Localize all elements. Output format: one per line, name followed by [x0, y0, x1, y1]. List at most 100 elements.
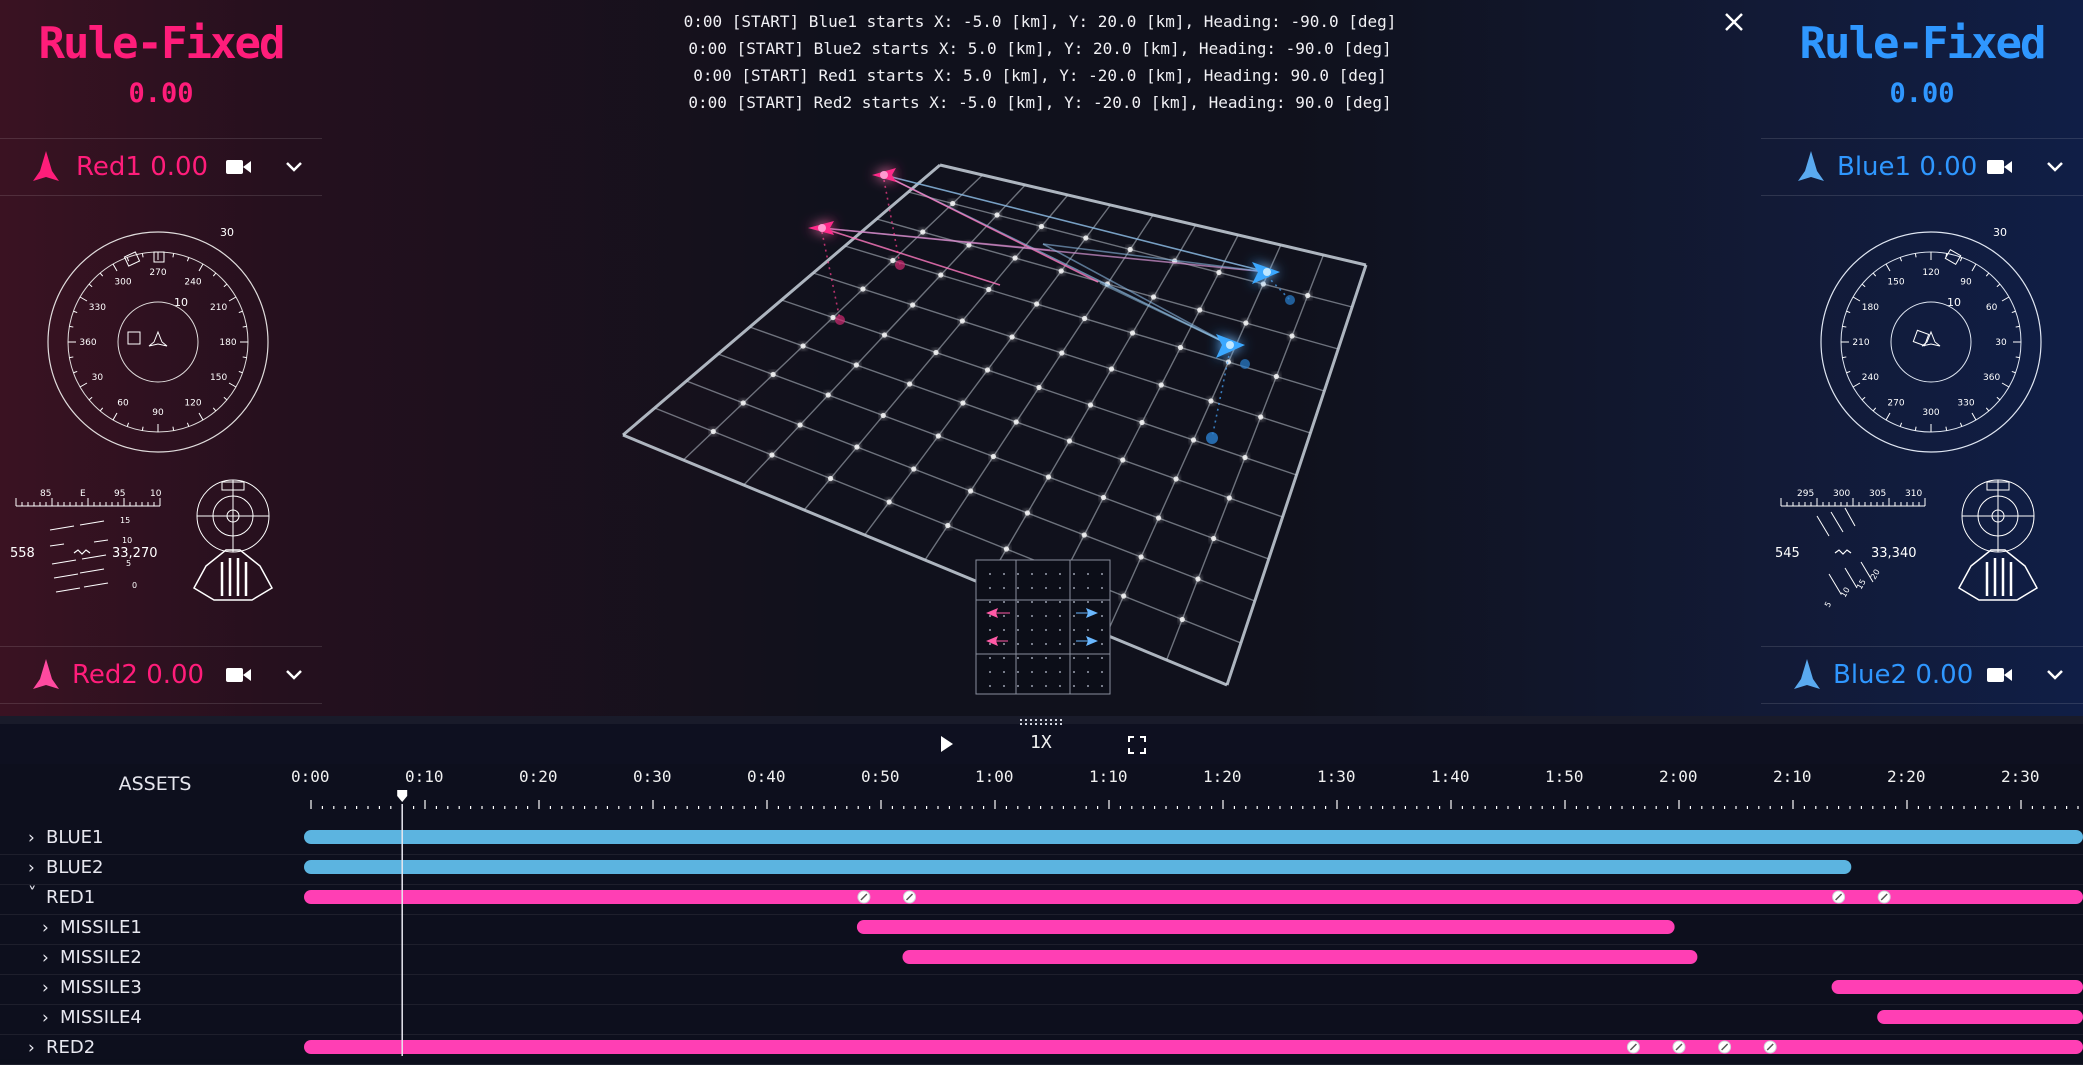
radar-bearing-label: 240 [1862, 373, 1879, 383]
pitch-label: 15 [1855, 578, 1868, 591]
event-marker-icon[interactable] [1763, 1040, 1777, 1054]
team-name: Rule-Fixed [1799, 18, 2047, 69]
camera-icon[interactable] [1987, 665, 2013, 685]
radar-bearing-label: 150 [1887, 277, 1904, 287]
radar-bearing-label: 360 [79, 338, 96, 348]
radar-bearing-label: 120 [184, 399, 201, 409]
aircraft-blue2-icon[interactable] [1216, 334, 1245, 358]
unit-row-red2[interactable]: Red2 0.00 [0, 646, 322, 704]
hud-readout: 295 300 305 310 545 33,340 20 15 10 5 [1775, 489, 1926, 609]
unit-row-blue2[interactable]: Blue2 0.00 [1761, 646, 2083, 704]
radar-bearing-label: 210 [210, 303, 227, 313]
play-icon[interactable] [938, 734, 956, 754]
radar-bearing-label: 30 [1995, 338, 2007, 348]
speed-readout: 545 [1775, 546, 1800, 561]
pitch-label: 5 [126, 559, 131, 568]
event-marker-icon[interactable] [1832, 890, 1846, 904]
team-name: Rule-Fixed [38, 18, 286, 69]
pitch-label: 5 [1823, 600, 1833, 609]
log-line: 0:00 [START] Blue1 starts X: -5.0 [km], … [683, 12, 1397, 31]
event-marker-icon[interactable] [857, 890, 871, 904]
radar-bearing-label: 300 [1922, 408, 1939, 418]
close-icon[interactable] [1722, 10, 1746, 34]
radar-bearing-label: 60 [1986, 303, 1998, 313]
radar-bearing-label: 90 [152, 408, 164, 418]
radar-bearing-label: 330 [89, 303, 106, 313]
simulation-viewport[interactable]: 0:00 [START] Blue1 starts X: -5.0 [km], … [0, 0, 2083, 716]
radar-bearing-label: 150 [210, 373, 227, 383]
minimap[interactable] [975, 559, 1111, 695]
radar-bearing-label: 270 [1887, 399, 1904, 409]
team-score: 0.00 [128, 78, 194, 109]
unit-row-blue1[interactable]: Blue1 0.00 [1761, 138, 2083, 196]
aircraft-blue1-icon[interactable] [1252, 262, 1280, 284]
aircraft-icon [1798, 151, 1824, 181]
radar-bearing-label: 210 [1852, 338, 1869, 348]
aircraft-icon [1794, 659, 1820, 689]
hud-readout: 85 E 95 10 558 33,270 15 10 5 0 [10, 489, 162, 593]
radar-bearing-label: 240 [184, 277, 201, 287]
heading-tape-label: 295 [1797, 489, 1814, 499]
unit-label: Blue2 0.00 [1833, 660, 1974, 690]
blue-team-panel: Rule-Fixed 0.00 Blue1 0.00 30 10 120 90 60… [1761, 0, 2083, 712]
playback-controls: 1X [0, 719, 2083, 764]
event-marker-icon[interactable] [1672, 1040, 1686, 1054]
chevron-down-icon[interactable] [284, 157, 304, 177]
resize-handle-icon[interactable] [1020, 719, 1066, 727]
camera-icon[interactable] [226, 157, 252, 177]
radar-inner-range: 10 [1947, 296, 1961, 309]
chevron-down-icon[interactable] [2045, 665, 2065, 685]
red-team-panel: Rule-Fixed 0.00 Red1 0.00 30 10 270 240 21… [0, 0, 322, 712]
aircraft-icon [33, 151, 59, 181]
pitch-label: 10 [122, 536, 132, 545]
log-line: 0:00 [START] Blue2 starts X: 5.0 [km], Y… [688, 39, 1392, 58]
radar-outer-range: 30 [1993, 226, 2007, 239]
aircraft-red1-icon[interactable] [872, 168, 896, 182]
heading-tape-label: 300 [1833, 489, 1850, 499]
radar-bearing-label: 330 [1957, 399, 1974, 409]
event-marker-icon[interactable] [1877, 890, 1891, 904]
radar-bearing-label: 120 [1922, 268, 1939, 278]
radar-scope: 30 10 270 240 210 180 150 120 90 60 30 360 330 300 [47, 226, 269, 453]
unit-label: Blue1 0.00 [1837, 152, 1978, 182]
radar-bearing-label: 360 [1983, 373, 2000, 383]
timeline-bars[interactable] [0, 764, 2083, 1059]
chevron-down-icon[interactable] [284, 665, 304, 685]
asset-timeline: ASSETS 0:00 0:10 0:20 0:30 0:40 0:50 1:00 1:10 1… [0, 764, 2083, 1065]
radar-bearing-label: 270 [149, 268, 166, 278]
playhead[interactable] [397, 790, 408, 1056]
heading-tape-label: E [80, 489, 86, 499]
event-marker-icon[interactable] [1626, 1040, 1640, 1054]
event-log: 0:00 [START] Blue1 starts X: -5.0 [km], … [600, 8, 1480, 116]
event-marker-icon[interactable] [1718, 1040, 1732, 1054]
heading-tape-label: 10 [150, 489, 162, 499]
radar-bearing-label: 90 [1960, 277, 1972, 287]
team-score: 0.00 [1889, 78, 1955, 109]
radar-bearing-label: 60 [117, 399, 129, 409]
trajectories [821, 174, 1291, 439]
heading-tape-label: 310 [1905, 489, 1922, 499]
speed-readout: 558 [10, 546, 35, 561]
log-line: 0:00 [START] Red2 starts X: -5.0 [km], Y… [688, 93, 1392, 112]
playback-speed[interactable]: 1X [1030, 732, 1052, 753]
pitch-label: 0 [132, 581, 137, 590]
radar-bearing-label: 30 [92, 373, 104, 383]
altitude-readout: 33,270 [112, 546, 158, 561]
radar-bearing-label: 180 [219, 338, 236, 348]
camera-icon[interactable] [1987, 157, 2013, 177]
radar-scope: 30 10 120 90 60 30 360 330 300 270 240 210 180 150 [1820, 226, 2042, 453]
aircraft-icon [33, 659, 59, 689]
event-marker-icon[interactable] [903, 890, 916, 904]
attitude-weapons-indicator [1957, 479, 2039, 601]
pitch-label: 15 [120, 516, 130, 525]
unit-label: Red1 0.00 [76, 152, 209, 182]
heading-tape-label: 85 [40, 489, 51, 499]
unit-row-red1[interactable]: Red1 0.00 [0, 138, 322, 196]
radar-bearing-label: 180 [1862, 303, 1879, 313]
radar-bearing-label: 300 [114, 277, 131, 287]
heading-tape-label: 305 [1869, 489, 1886, 499]
radar-outer-range: 30 [220, 226, 234, 239]
fullscreen-icon[interactable] [1128, 736, 1146, 754]
chevron-down-icon[interactable] [2045, 157, 2065, 177]
camera-icon[interactable] [226, 665, 252, 685]
